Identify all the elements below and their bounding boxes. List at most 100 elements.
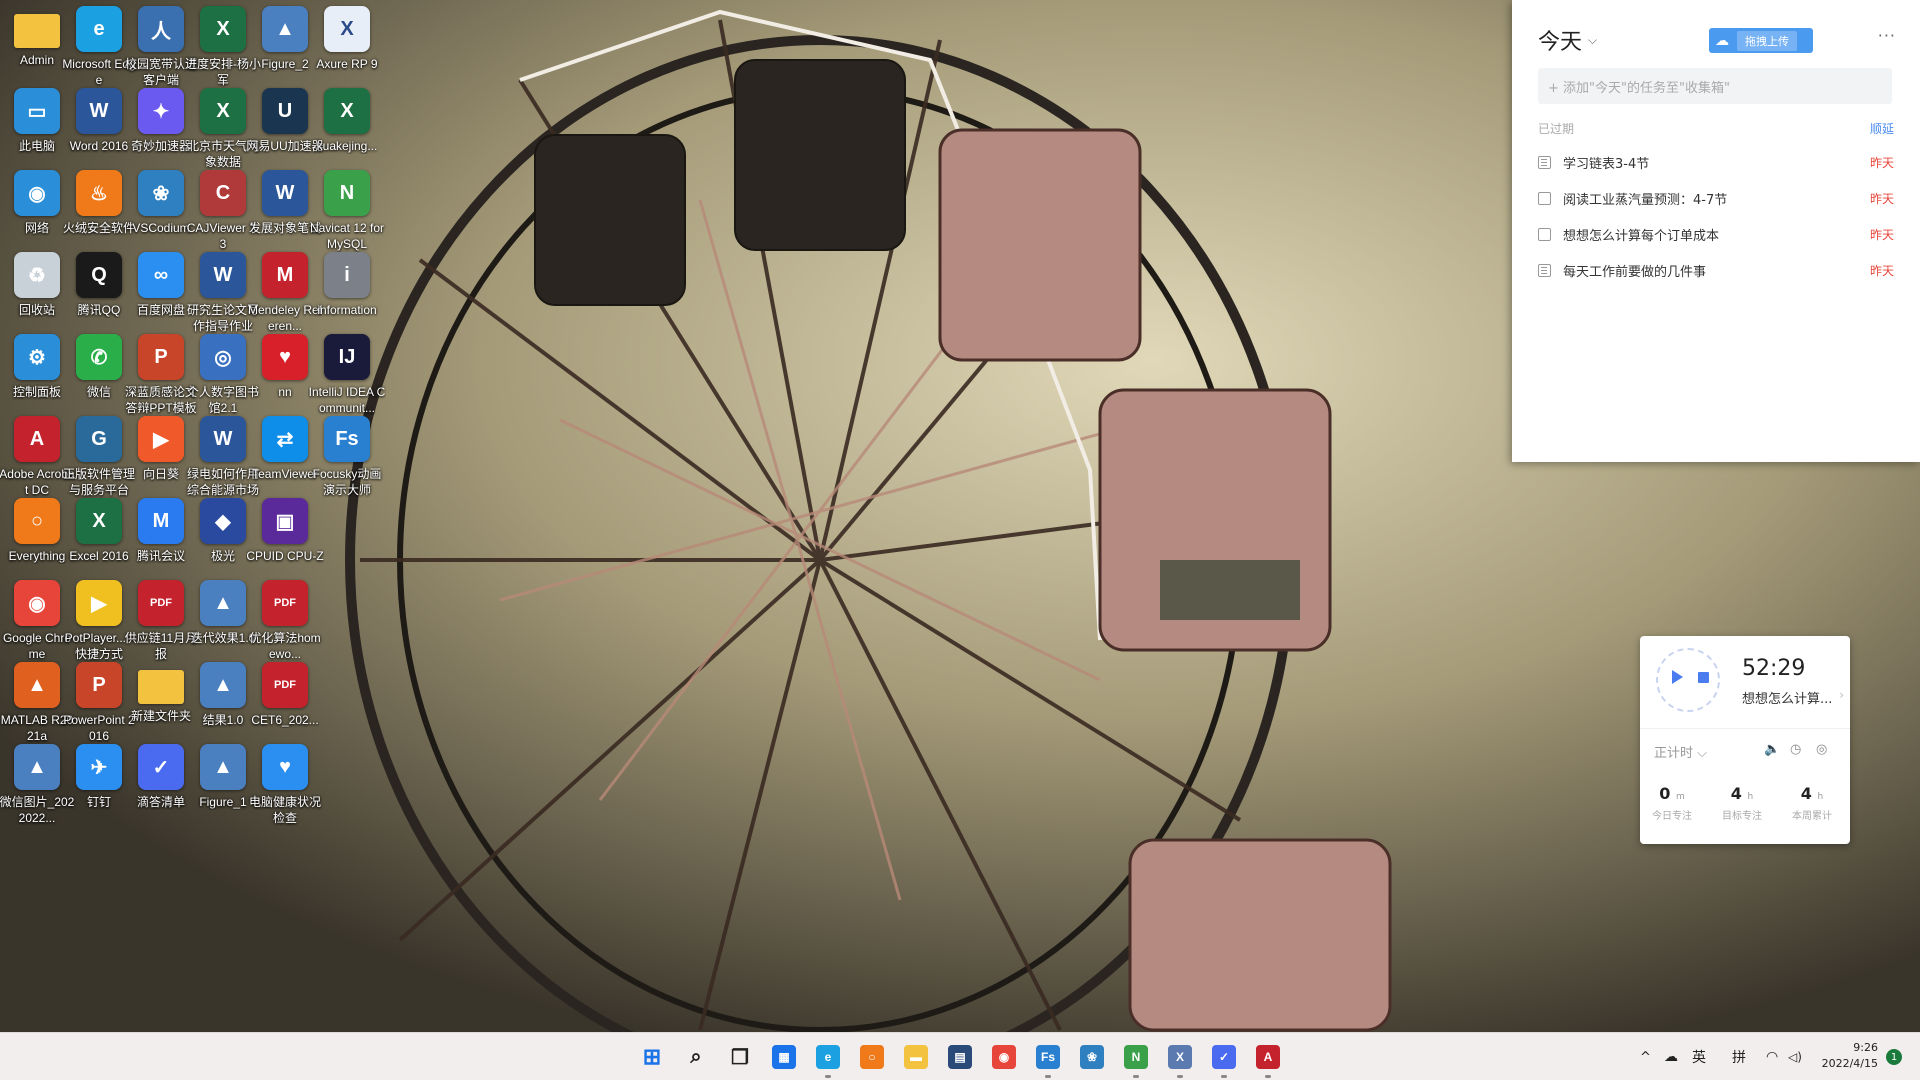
timer-display: 52:29 <box>1742 656 1806 681</box>
chevron-down-icon[interactable]: ⌵ <box>1588 33 1597 48</box>
sunflower-icon: ▶ <box>138 416 184 462</box>
task-view-button[interactable]: ❐ <box>724 1041 756 1073</box>
potplayer-icon: ▶ <box>76 580 122 626</box>
mute-icon[interactable]: 🔈 <box>1764 742 1780 757</box>
word-icon: W <box>200 252 246 298</box>
uu-icon: U <box>262 88 308 134</box>
library-icon: ◎ <box>200 334 246 380</box>
running-indicator <box>1045 1075 1051 1078</box>
ticktick-app[interactable]: ✓ <box>1208 1041 1240 1078</box>
acrobat-icon: A <box>1256 1045 1280 1069</box>
focusky-app[interactable]: Fs <box>1032 1041 1064 1078</box>
note-icon[interactable] <box>1538 263 1551 277</box>
language-indicator[interactable]: 英 <box>1692 1047 1706 1067</box>
task-due-date: 昨天 <box>1869 155 1894 170</box>
overdue-title: 已过期 <box>1538 122 1575 136</box>
desktop-icon[interactable]: ♥ 电脑健康状况检查 <box>247 738 323 834</box>
edge-icon: e <box>816 1045 840 1069</box>
today-header[interactable]: 今天 ⌵ <box>1538 24 1597 56</box>
timer-mode-select[interactable]: 正计时 ⌵ <box>1654 742 1707 761</box>
cajviewer-icon: C <box>200 170 246 216</box>
stop-icon[interactable] <box>1698 672 1709 683</box>
navicat-app[interactable]: N <box>1120 1041 1152 1078</box>
search-button[interactable]: ⌕ <box>680 1041 712 1073</box>
focus-task-name[interactable]: 想想怎么计算... <box>1742 688 1834 707</box>
stat-unit: h <box>1747 792 1754 802</box>
task-due-date: 昨天 <box>1869 227 1894 242</box>
huorong-icon: ♨ <box>76 170 122 216</box>
clock[interactable]: 9:26 2022/4/15 <box>1818 1040 1878 1072</box>
axure-app[interactable]: X <box>1164 1041 1196 1078</box>
focusky-icon: Fs <box>1036 1045 1060 1069</box>
task-checkbox[interactable] <box>1538 191 1551 205</box>
edge-app[interactable]: e <box>812 1041 844 1078</box>
powerpoint-icon: P <box>76 662 122 708</box>
pdf-icon: PDF <box>138 580 184 626</box>
ticktick-today-panel: 今天 ⌵ ☁ 拖拽上传 ··· + 添加"今天"的任务至"收集箱" 已过期 顺延… <box>1512 0 1920 462</box>
drag-upload-button[interactable]: ☁ 拖拽上传 <box>1709 28 1813 53</box>
clock-time: 9:26 <box>1853 1041 1878 1054</box>
task-item[interactable]: 每天工作前要做的几件事 昨天 <box>1538 258 1894 282</box>
desktop-icon-label: Axure RP 9 <box>316 57 378 71</box>
desktop-icon-label: kuakejing... <box>316 139 378 153</box>
search-icon: ⌕ <box>690 1045 702 1068</box>
task-due-date: 昨天 <box>1869 263 1894 278</box>
desktop-icon-label: CET6_202... <box>251 713 319 727</box>
excel-icon: X <box>200 6 246 52</box>
chevron-right-icon[interactable]: › <box>1839 688 1844 702</box>
task-item[interactable]: 阅读工业蒸汽量预测：4-7节 昨天 <box>1538 186 1894 210</box>
clock-date: 2022/4/15 <box>1821 1057 1878 1070</box>
heart-icon: ♥ <box>262 334 308 380</box>
running-indicator <box>1265 1075 1271 1078</box>
onedrive-cloud-icon[interactable]: ☁ <box>1664 1049 1678 1065</box>
volume-icon[interactable]: ◁) <box>1788 1050 1802 1064</box>
image-file-icon: ▲ <box>200 662 246 708</box>
running-indicator <box>1133 1075 1139 1078</box>
show-hidden-icons-chevron-icon[interactable]: ^ <box>1640 1050 1651 1065</box>
computer-icon: ▭ <box>14 88 60 134</box>
postpone-button[interactable]: 顺延 <box>1870 120 1894 137</box>
task-item[interactable]: 想想怎么计算每个订单成本 昨天 <box>1538 222 1894 246</box>
image-file-icon: ▲ <box>14 744 60 790</box>
task-item[interactable]: 学习链表3-4节 昨天 <box>1538 150 1894 174</box>
stat-label: 目标专注 <box>1722 811 1762 822</box>
user-icon: 人 <box>138 6 184 52</box>
chrome-app[interactable]: ◉ <box>988 1041 1020 1073</box>
start-button[interactable]: ⊞ <box>636 1041 668 1073</box>
clock-icon[interactable]: ◷ <box>1790 742 1801 757</box>
note-icon[interactable] <box>1538 155 1551 169</box>
play-icon[interactable] <box>1672 670 1683 684</box>
ime-indicator[interactable]: 拼 <box>1732 1047 1746 1067</box>
image-file-icon: ▲ <box>262 6 308 52</box>
overdue-section-header: 已过期 顺延 <box>1538 120 1894 137</box>
word-icon: W <box>262 170 308 216</box>
wifi-icon[interactable]: ◠ <box>1766 1049 1778 1065</box>
more-options-icon[interactable]: ··· <box>1878 26 1896 45</box>
notification-badge[interactable]: 1 <box>1886 1049 1902 1065</box>
today-title: 今天 <box>1538 30 1583 55</box>
qq-icon: Q <box>76 252 122 298</box>
acrobat-app[interactable]: A <box>1252 1041 1284 1078</box>
timer-progress-ring <box>1656 648 1720 712</box>
desktop-icon-label: CPUID CPU-Z <box>246 549 324 563</box>
excel-icon: X <box>76 498 122 544</box>
desktop-icon-label: information <box>317 303 377 317</box>
everything-app[interactable]: ○ <box>856 1041 888 1073</box>
add-task-input[interactable]: + 添加"今天"的任务至"收集箱" <box>1538 68 1892 104</box>
file-icon: i <box>324 252 370 298</box>
ticktick-icon: ✓ <box>138 744 184 790</box>
file-explorer-app[interactable]: ▬ <box>900 1041 932 1073</box>
notepad-app[interactable]: ▤ <box>944 1041 976 1073</box>
task-checkbox[interactable] <box>1538 227 1551 241</box>
target-icon[interactable]: ◎ <box>1816 742 1827 757</box>
cpuz-icon: ▣ <box>262 498 308 544</box>
dingtalk-icon: ✈ <box>76 744 122 790</box>
image-file-icon: ▲ <box>200 580 246 626</box>
stat-label: 本周累计 <box>1792 811 1832 822</box>
cloud-icon: ☁ <box>1715 32 1729 49</box>
edge-icon: e <box>76 6 122 52</box>
folder-icon <box>138 670 184 704</box>
widgets-icon: ▦ <box>772 1045 796 1069</box>
widgets-button[interactable]: ▦ <box>768 1041 800 1073</box>
vscodium-app[interactable]: ❀ <box>1076 1041 1108 1073</box>
